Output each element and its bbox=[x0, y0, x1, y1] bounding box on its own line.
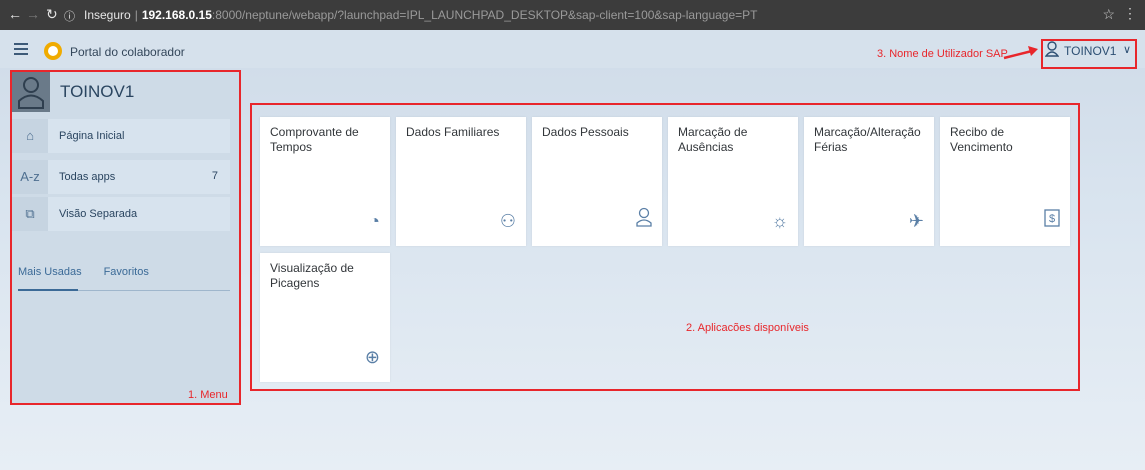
info-icon[interactable]: ⓘ bbox=[64, 8, 75, 24]
annotation-box-menu bbox=[10, 70, 241, 405]
annotation-arrow-icon bbox=[1003, 46, 1038, 60]
user-name: TOINOV1 bbox=[1064, 44, 1117, 58]
user-menu[interactable]: TOINOV1 ∨ bbox=[1044, 40, 1131, 62]
company-logo bbox=[44, 42, 62, 60]
chevron-down-icon: ∨ bbox=[1123, 44, 1132, 56]
user-icon bbox=[1044, 41, 1060, 62]
browser-toolbar: ← → ↻ ⓘ Inseguro | 192.168.0.15:8000/neptu… bbox=[0, 0, 1145, 30]
address-bar[interactable]: Inseguro | 192.168.0.15:8000/neptune/webap… bbox=[84, 8, 758, 22]
portal-title: Portal do colaborador bbox=[70, 45, 185, 59]
annotation-apps-note: 2. Aplicacões disponíveis bbox=[686, 322, 809, 334]
annotation-box-apps bbox=[250, 103, 1080, 391]
browser-menu-icon[interactable]: ⋮ bbox=[1123, 5, 1137, 22]
forward-arrow-icon[interactable]: → bbox=[26, 6, 40, 22]
reload-icon[interactable]: ↻ bbox=[46, 6, 58, 23]
annotation-user-note: 3. Nome de Utilizador SAP bbox=[877, 48, 1008, 60]
url-path: :8000/neptune/webapp/?launchpad=IPL_LAUN… bbox=[211, 8, 758, 22]
hamburger-menu-icon[interactable] bbox=[14, 43, 28, 58]
annotation-menu-note: 1. Menu bbox=[188, 389, 228, 401]
bookmark-star-icon[interactable]: ☆ bbox=[1102, 6, 1115, 23]
back-arrow-icon[interactable]: ← bbox=[8, 6, 22, 22]
url-host: 192.168.0.15 bbox=[141, 8, 212, 22]
insecure-label: Inseguro bbox=[84, 8, 131, 22]
